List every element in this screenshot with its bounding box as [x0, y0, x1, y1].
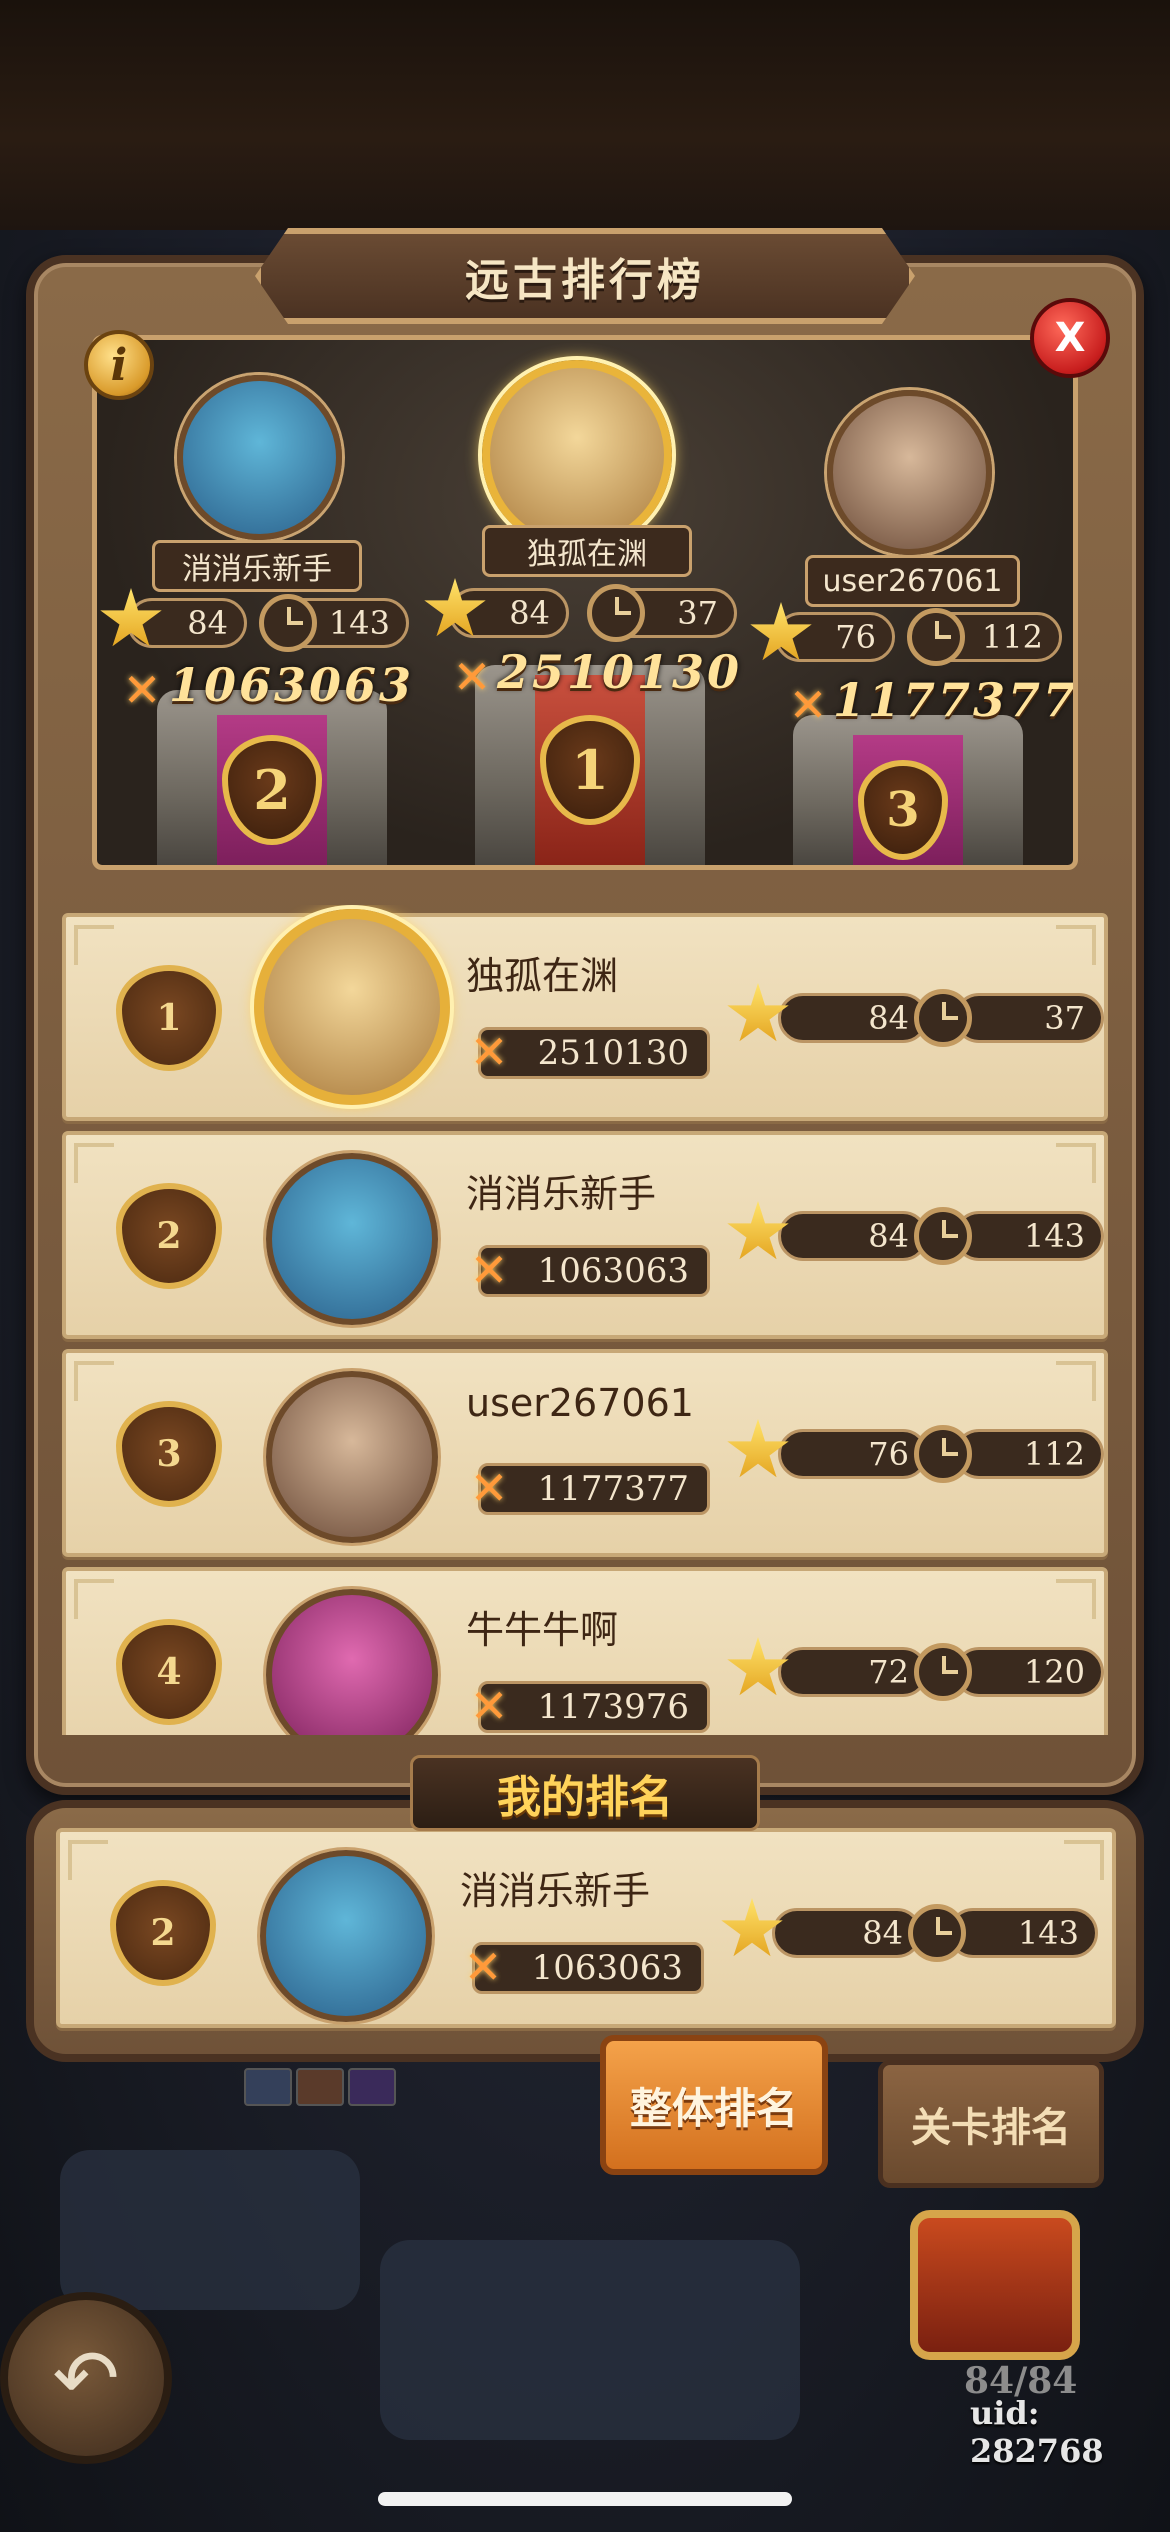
- player-stars: 84: [778, 1211, 928, 1261]
- podium-scene: 2 1 3 消消乐新手 独孤在渊 user267061 84 143 84 37…: [92, 335, 1078, 870]
- background-rock: [380, 2240, 800, 2440]
- player-name: 消消乐新手: [466, 1172, 657, 1216]
- player-name: 牛牛牛啊: [466, 1608, 619, 1652]
- podium-avatar-1[interactable]: [482, 360, 672, 550]
- player-stars: 84: [772, 1908, 922, 1958]
- podium-score-2: 1063063: [169, 658, 415, 712]
- clock-icon: [587, 584, 645, 642]
- player-time: 143: [948, 1908, 1098, 1958]
- player-time: 37: [954, 993, 1104, 1043]
- row-ornament: [1056, 1579, 1096, 1619]
- podium-name-1: 独孤在渊: [482, 525, 692, 577]
- thumbnail: [348, 2068, 396, 2106]
- clock-icon: [914, 1643, 972, 1701]
- player-name: 消消乐新手: [460, 1869, 651, 1913]
- my-rank-row[interactable]: 2 消消乐新手 1063063 ✕ 84 143: [56, 1828, 1116, 2028]
- crossed-swords-icon: ✕: [463, 1940, 503, 1994]
- crossed-swords-icon: ✕: [122, 663, 162, 717]
- avatar[interactable]: [254, 909, 450, 1105]
- avatar[interactable]: [260, 1850, 432, 2022]
- player-time: 112: [954, 1429, 1104, 1479]
- podium-avatar-2[interactable]: [177, 375, 342, 540]
- close-button[interactable]: X: [1030, 298, 1110, 378]
- podium-name-2: 消消乐新手: [152, 540, 362, 592]
- player-name: user267061: [466, 1381, 694, 1425]
- clock-icon: [259, 594, 317, 652]
- treasure-chest-icon[interactable]: [910, 2210, 1080, 2360]
- list-item[interactable]: 4 牛牛牛啊 1173976 ✕ 72 120: [62, 1567, 1108, 1735]
- my-rank-panel: 2 消消乐新手 1063063 ✕ 84 143: [26, 1800, 1144, 2062]
- row-ornament: [74, 925, 114, 965]
- row-ornament: [74, 1361, 114, 1401]
- rank-badge: 3: [116, 1401, 222, 1507]
- row-ornament: [1064, 1840, 1104, 1880]
- crossed-swords-icon: ✕: [469, 1025, 509, 1079]
- back-arrow-icon: ↶: [52, 2331, 120, 2425]
- crossed-swords-icon: ✕: [469, 1679, 509, 1733]
- background-rock: [60, 2150, 360, 2310]
- podium-score-1: 2510130: [497, 645, 743, 699]
- crossed-swords-icon: ✕: [469, 1461, 509, 1515]
- tab-level-ranking[interactable]: 关卡排名: [878, 2060, 1104, 2188]
- thumbnail: [296, 2068, 344, 2106]
- back-button[interactable]: ↶: [0, 2292, 172, 2464]
- my-rank-title: 我的排名: [410, 1755, 760, 1831]
- crossed-swords-icon: ✕: [788, 678, 828, 732]
- rank-badge: 1: [116, 965, 222, 1071]
- player-stars: 76: [778, 1429, 928, 1479]
- player-time: 143: [954, 1211, 1104, 1261]
- list-item[interactable]: 1 独孤在渊 2510130 ✕ 84 37: [62, 909, 1108, 1121]
- clock-icon: [914, 1425, 972, 1483]
- info-button[interactable]: i: [84, 330, 154, 400]
- thumbnail: [244, 2068, 292, 2106]
- crossed-swords-icon: ✕: [469, 1243, 509, 1297]
- avatar[interactable]: [266, 1153, 438, 1325]
- thumbnail-strip: [244, 2068, 396, 2106]
- rank-badge: 2: [110, 1880, 216, 1986]
- avatar[interactable]: [266, 1589, 438, 1735]
- clock-icon: [914, 989, 972, 1047]
- row-ornament: [1056, 1361, 1096, 1401]
- tab-overall-ranking[interactable]: 整体排名: [600, 2035, 828, 2175]
- list-item[interactable]: 2 消消乐新手 1063063 ✕ 84 143: [62, 1131, 1108, 1339]
- clock-icon: [907, 608, 965, 666]
- list-item[interactable]: 3 user267061 1177377 ✕ 76 112: [62, 1349, 1108, 1557]
- row-ornament: [1056, 1143, 1096, 1183]
- player-time: 120: [954, 1647, 1104, 1697]
- row-ornament: [74, 1143, 114, 1183]
- row-ornament: [1056, 925, 1096, 965]
- player-stars: 72: [778, 1647, 928, 1697]
- clock-icon: [914, 1207, 972, 1265]
- clock-icon: [908, 1904, 966, 1962]
- rank-badge: 2: [116, 1183, 222, 1289]
- user-id: uid: 282768: [970, 2394, 1104, 2470]
- podium-name-3: user267061: [805, 555, 1020, 607]
- crossed-swords-icon: ✕: [452, 650, 492, 704]
- home-indicator[interactable]: [378, 2492, 792, 2506]
- rank-badge: 4: [116, 1619, 222, 1725]
- top-backdrop: [0, 0, 1170, 230]
- row-ornament: [74, 1579, 114, 1619]
- ranking-list[interactable]: 1 独孤在渊 2510130 ✕ 84 37 2 消消乐新手 1063063 ✕…: [56, 905, 1114, 1735]
- avatar[interactable]: [266, 1371, 438, 1543]
- player-name: 独孤在渊: [466, 954, 619, 998]
- podium-score-3: 1177377: [833, 673, 1078, 727]
- podium-avatar-3[interactable]: [827, 390, 992, 555]
- player-stars: 84: [778, 993, 928, 1043]
- title-plate: 远古排行榜: [255, 228, 915, 324]
- row-ornament: [68, 1840, 108, 1880]
- leaderboard-title: 远古排行榜: [465, 255, 705, 306]
